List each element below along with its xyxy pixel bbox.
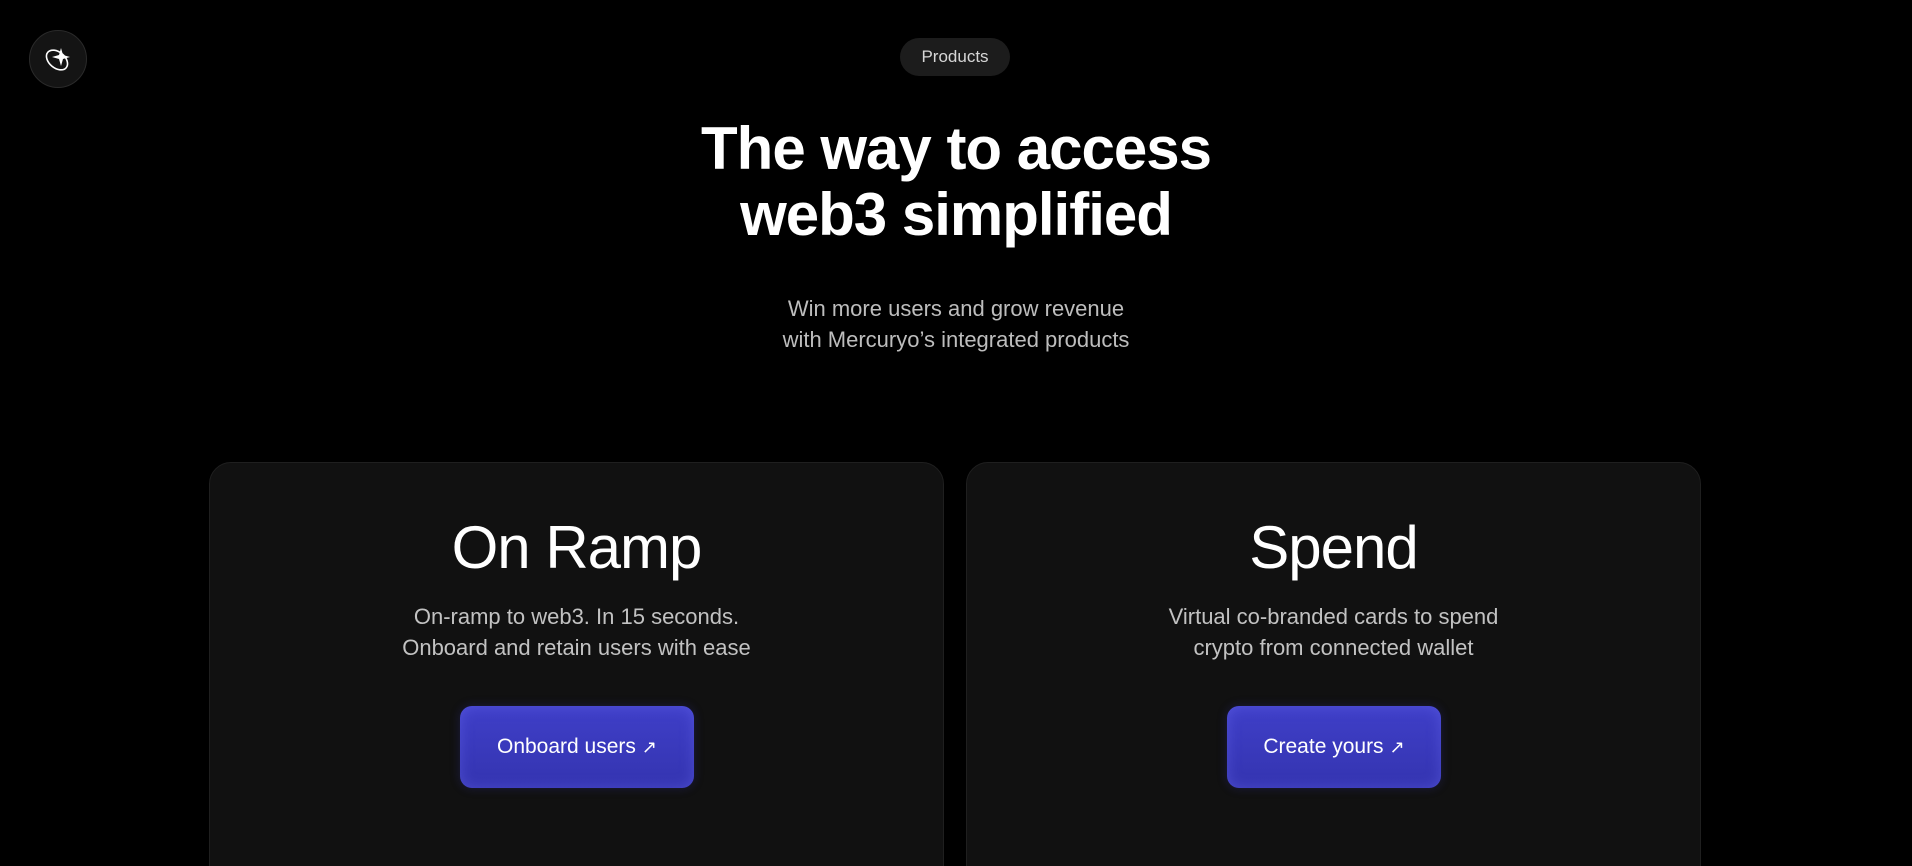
page: Products The way to access web3 simplifi… [0,0,1912,866]
hero-title-line-2: web3 simplified [740,181,1173,248]
create-yours-button[interactable]: Create yours ↗ [1227,706,1441,788]
card-description: Virtual co-branded cards to spend crypto… [967,601,1700,663]
logo-button[interactable] [29,30,87,88]
card-title: On Ramp [451,514,703,581]
card-description-line-1: Virtual co-branded cards to spend [1168,604,1499,629]
arrow-up-right-icon: ↗ [641,736,657,757]
products-badge-label: Products [921,47,989,66]
hero-subtitle: Win more users and grow revenue with Mer… [656,293,1256,355]
card-description-line-2: crypto from connected wallet [1193,635,1474,660]
card-description-line-1: On-ramp to web3. In 15 seconds. [413,604,740,629]
arrow-up-right-icon: ↗ [1389,736,1405,757]
hero-subtitle-line-2: with Mercuryo’s integrated products [782,327,1130,352]
product-card-spend: Spend Virtual co-branded cards to spend … [966,462,1701,866]
onboard-users-button[interactable]: Onboard users ↗ [460,706,694,788]
hero-title: The way to access web3 simplified [556,116,1356,248]
create-yours-button-label: Create yours [1263,735,1384,758]
hero-subtitle-line-1: Win more users and grow revenue [787,296,1125,321]
sparkle-logo-icon [45,48,70,71]
product-card-on-ramp: On Ramp On-ramp to web3. In 15 seconds. … [209,462,944,866]
products-badge: Products [900,38,1010,76]
card-description: On-ramp to web3. In 15 seconds. Onboard … [210,601,943,663]
hero-title-line-1: The way to access [701,115,1212,182]
card-description-line-2: Onboard and retain users with ease [402,635,751,660]
onboard-users-button-label: Onboard users [496,735,636,758]
card-title: Spend [1249,514,1419,581]
